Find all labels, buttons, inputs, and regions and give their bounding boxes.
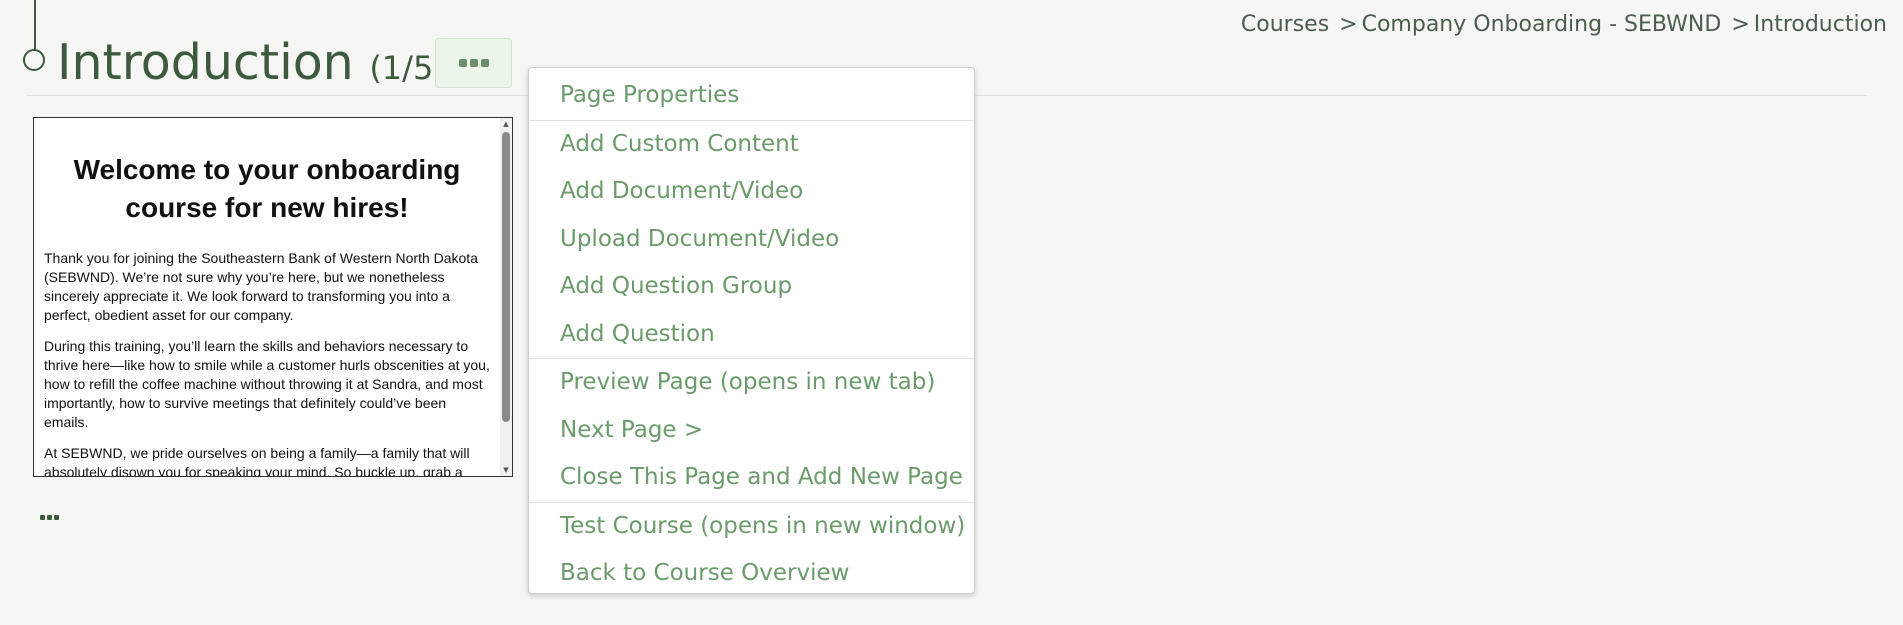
page-menu-button[interactable] — [435, 38, 512, 88]
breadcrumb-course[interactable]: Company Onboarding - SEBWND — [1362, 12, 1722, 37]
menu-item-close-and-add-page[interactable]: Close This Page and Add New Page — [529, 454, 974, 502]
page-menu-dropdown: Page Properties Add Custom Content Add D… — [528, 67, 975, 594]
menu-item-add-document-video[interactable]: Add Document/Video — [529, 168, 974, 216]
timeline-node — [23, 49, 45, 71]
breadcrumb-current: Introduction — [1753, 12, 1887, 37]
menu-item-add-question-group[interactable]: Add Question Group — [529, 263, 974, 311]
menu-item-test-course[interactable]: Test Course (opens in new window) — [529, 503, 974, 551]
timeline-line — [34, 0, 36, 50]
menu-item-page-properties[interactable]: Page Properties — [529, 72, 974, 120]
breadcrumb-separator: > — [1339, 12, 1358, 37]
menu-item-back-to-overview[interactable]: Back to Course Overview — [529, 550, 974, 598]
breadcrumb-separator: > — [1731, 12, 1750, 37]
more-horizontal-icon — [40, 515, 45, 520]
menu-group: Page Properties — [529, 72, 974, 121]
more-horizontal-icon — [458, 59, 467, 67]
menu-item-add-question[interactable]: Add Question — [529, 311, 974, 359]
content-more-button[interactable] — [40, 515, 59, 520]
menu-item-preview-page[interactable]: Preview Page (opens in new tab) — [529, 359, 974, 407]
scroll-up-arrow-icon[interactable]: ▲ — [500, 118, 512, 130]
scroll-down-arrow-icon[interactable]: ▼ — [500, 464, 512, 476]
more-horizontal-icon — [47, 515, 52, 520]
preview-content: Welcome to your onboarding course for ne… — [34, 118, 500, 476]
breadcrumb-courses[interactable]: Courses — [1241, 12, 1329, 37]
more-horizontal-icon — [469, 59, 478, 67]
preview-paragraph: Thank you for joining the Southeastern B… — [44, 250, 478, 323]
preview-scrollbar[interactable]: ▲ ▼ — [500, 118, 512, 476]
menu-group: Test Course (opens in new window) Back t… — [529, 503, 974, 598]
menu-item-upload-document-video[interactable]: Upload Document/Video — [529, 216, 974, 264]
menu-item-add-custom-content[interactable]: Add Custom Content — [529, 121, 974, 169]
menu-item-next-page[interactable]: Next Page > — [529, 407, 974, 455]
preview-paragraph: At SEBWND, we pride ourselves on being a… — [44, 445, 470, 476]
content-preview[interactable]: Welcome to your onboarding course for ne… — [33, 117, 513, 477]
scroll-thumb[interactable] — [502, 132, 510, 422]
preview-paragraph: During this training, you’ll learn the s… — [44, 338, 490, 430]
more-horizontal-icon — [54, 515, 59, 520]
preview-heading: Welcome to your onboarding course for ne… — [73, 154, 461, 223]
more-horizontal-icon — [480, 59, 489, 67]
menu-group: Add Custom Content Add Document/Video Up… — [529, 121, 974, 359]
page-title: Introduction (1/5) — [57, 30, 446, 101]
menu-group: Preview Page (opens in new tab) Next Pag… — [529, 359, 974, 503]
page-title-text: Introduction — [57, 34, 354, 91]
breadcrumb: Courses > Company Onboarding - SEBWND > Intr… — [1241, 12, 1887, 37]
